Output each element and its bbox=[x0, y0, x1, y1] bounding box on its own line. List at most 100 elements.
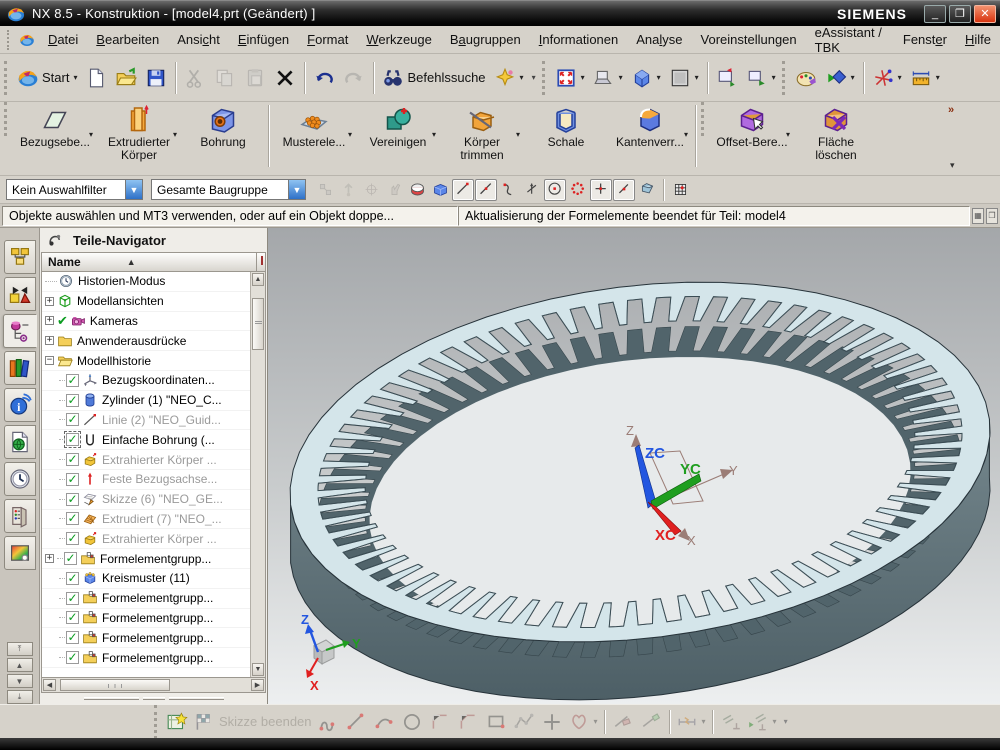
command-search-button[interactable]: Befehlssuche bbox=[378, 62, 489, 94]
tree-row[interactable]: ✓Linie (2) "NEO_Guid... bbox=[42, 411, 265, 431]
statusbar-grid-button[interactable]: ▦ bbox=[972, 208, 984, 224]
chevron-down-icon[interactable]: ▾ bbox=[516, 128, 520, 141]
hole-button[interactable]: Bohrung bbox=[181, 102, 265, 149]
tree-row[interactable]: ✓Formelementgrupp... bbox=[42, 648, 265, 668]
tree-row[interactable]: ✓Extrudiert (7) "NEO_... bbox=[42, 510, 265, 530]
save-button[interactable] bbox=[141, 62, 171, 94]
tree-row[interactable]: −Modellhistorie bbox=[42, 351, 265, 371]
snap-point-button[interactable] bbox=[590, 179, 612, 201]
rapid-dimension-button[interactable]: ▾ bbox=[674, 708, 708, 736]
snap-existing-point-button[interactable] bbox=[613, 179, 635, 201]
tree-row[interactable]: ✓Extrahierter Körper ... bbox=[42, 450, 265, 470]
quick-trim-button[interactable] bbox=[609, 708, 637, 736]
snap-endpoint-button[interactable] bbox=[452, 179, 474, 201]
snap-midpoint-button[interactable] bbox=[475, 179, 497, 201]
offset-region-button[interactable]: Offset-Bere...▾ bbox=[710, 102, 794, 149]
expand-plus-icon[interactable]: + bbox=[45, 554, 54, 563]
feature-checkbox[interactable]: ✓ bbox=[66, 572, 79, 585]
tree-vertical-scrollbar[interactable]: ▲ ▼ bbox=[250, 272, 265, 677]
rectangle-button[interactable] bbox=[482, 708, 510, 736]
line-button[interactable] bbox=[342, 708, 370, 736]
resource-scroll-button[interactable]: ⤓ bbox=[7, 690, 33, 704]
chevron-down-icon[interactable]: ▾ bbox=[432, 128, 436, 141]
toolbar-grip[interactable] bbox=[701, 102, 708, 136]
chevron-down-icon[interactable]: ▾ bbox=[695, 73, 699, 82]
tree-row[interactable]: ✓Kreismuster (11) bbox=[42, 569, 265, 589]
menu-ansicht[interactable]: Ansicht bbox=[168, 29, 229, 50]
open-button[interactable] bbox=[111, 62, 141, 94]
paste-button[interactable] bbox=[240, 62, 270, 94]
studio-spline-button[interactable]: ▾ bbox=[566, 708, 600, 736]
chevron-down-icon[interactable]: ▼ bbox=[288, 180, 305, 199]
tree-row[interactable]: ✓Zylinder (1) "NEO_C... bbox=[42, 391, 265, 411]
toolbar-grip[interactable] bbox=[7, 30, 12, 50]
start-button[interactable]: Start▾ bbox=[13, 62, 81, 94]
window-layout-button[interactable] bbox=[712, 62, 742, 94]
dialog-style-button[interactable]: ▾ bbox=[490, 62, 528, 94]
menu-baugruppen[interactable]: Baugruppen bbox=[441, 29, 530, 50]
hd3d-tool-tab[interactable]: i bbox=[4, 388, 36, 422]
close-button[interactable]: ✕ bbox=[974, 5, 996, 23]
snap-select-button[interactable] bbox=[360, 179, 382, 201]
resource-scroll-button[interactable]: ▼ bbox=[7, 674, 33, 688]
chevron-down-icon[interactable]: ▾ bbox=[173, 128, 177, 141]
panel-splitter[interactable] bbox=[40, 693, 267, 704]
point-button[interactable] bbox=[538, 708, 566, 736]
menu-informationen[interactable]: Informationen bbox=[530, 29, 628, 50]
tree-row[interactable]: Historien-Modus bbox=[42, 272, 265, 292]
tree-row[interactable]: +✔Kameras bbox=[42, 312, 265, 332]
expand-plus-icon[interactable]: + bbox=[45, 316, 54, 325]
tree-row[interactable]: ✓Einfache Bohrung (... bbox=[42, 430, 265, 450]
cut-button[interactable] bbox=[180, 62, 210, 94]
window-cascade-button[interactable]: ▾ bbox=[742, 62, 780, 94]
finish-sketch-button[interactable]: Skizze beenden bbox=[191, 708, 314, 736]
fillet-button[interactable] bbox=[426, 708, 454, 736]
menu-eassistant-tbk[interactable]: eAssistant / TBK bbox=[806, 22, 894, 58]
move-up-button[interactable] bbox=[337, 179, 359, 201]
snap-quadrant-button[interactable] bbox=[567, 179, 589, 201]
scrollbar-thumb[interactable] bbox=[60, 679, 170, 691]
toolbar-grip[interactable] bbox=[4, 61, 11, 95]
delete-button[interactable] bbox=[270, 62, 300, 94]
tree-column-header[interactable]: Name ▲ bbox=[41, 252, 266, 272]
top-selection-button[interactable] bbox=[406, 179, 428, 201]
arc-button[interactable] bbox=[370, 708, 398, 736]
resource-scroll-button[interactable]: ⤒ bbox=[7, 642, 33, 656]
chevron-down-icon[interactable]: ▼ bbox=[125, 180, 142, 199]
pattern-feature-button[interactable]: Musterele...▾ bbox=[272, 102, 356, 149]
chevron-down-icon[interactable]: ▾ bbox=[657, 73, 661, 82]
scroll-down-icon[interactable]: ▼ bbox=[252, 663, 264, 676]
feature-checkbox[interactable]: ✓ bbox=[66, 651, 79, 664]
tree-row[interactable]: ✓Formelementgrupp... bbox=[42, 628, 265, 648]
feature-checkbox[interactable]: ✓ bbox=[66, 413, 79, 426]
tree-row[interactable]: +Anwenderausdrücke bbox=[42, 331, 265, 351]
chevron-down-icon[interactable]: ▾ bbox=[784, 717, 788, 726]
quick-extend-button[interactable] bbox=[637, 708, 665, 736]
feature-checkbox[interactable]: ✓ bbox=[64, 552, 77, 565]
feature-checkbox[interactable]: ✓ bbox=[66, 453, 79, 466]
copy-button[interactable] bbox=[210, 62, 240, 94]
graphics-viewport[interactable]: ZYXZCYCXCZYX bbox=[268, 228, 1000, 704]
feature-checkbox[interactable]: ✓ bbox=[66, 532, 79, 545]
display-mode-button[interactable]: ▾ bbox=[589, 62, 627, 94]
snap-face-button[interactable] bbox=[636, 179, 658, 201]
part-navigator-tab[interactable] bbox=[3, 314, 37, 348]
statusbar-dock-button[interactable]: ❒ bbox=[986, 208, 998, 224]
menu-einf-gen[interactable]: Einfügen bbox=[229, 29, 298, 50]
feature-checkbox[interactable]: ✓ bbox=[66, 473, 79, 486]
background-button[interactable]: ▾ bbox=[665, 62, 703, 94]
box-select-button[interactable] bbox=[429, 179, 451, 201]
tree-row[interactable]: ✓Formelementgrupp... bbox=[42, 609, 265, 629]
selection-scope-combo[interactable]: Gesamte Baugruppe ▼ bbox=[151, 179, 306, 200]
gear-model-canvas[interactable]: ZYXZCYCXCZYX bbox=[268, 228, 1000, 704]
sketch-in-task-button[interactable] bbox=[163, 708, 191, 736]
chamfer-button[interactable] bbox=[454, 708, 482, 736]
chevron-down-icon[interactable]: ▾ bbox=[772, 73, 776, 82]
geometric-constraints-button[interactable] bbox=[717, 708, 745, 736]
chevron-down-icon[interactable]: ▾ bbox=[950, 160, 955, 171]
toolbar-overflow-chevron[interactable]: » bbox=[948, 104, 954, 116]
assembly-navigator-tab[interactable] bbox=[4, 240, 36, 274]
snap-intersection-button[interactable] bbox=[521, 179, 543, 201]
grid-snap-button[interactable] bbox=[669, 179, 691, 201]
chevron-down-icon[interactable]: ▾ bbox=[786, 128, 790, 141]
